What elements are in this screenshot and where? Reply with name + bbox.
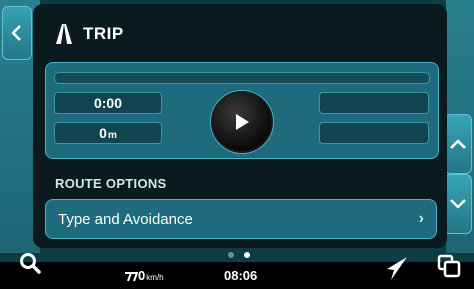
road-icon [56, 24, 72, 44]
page-dot-active [244, 252, 250, 258]
clock: 08:06 [224, 268, 258, 283]
page-dot [228, 252, 234, 258]
trip-distance-field: 0m [54, 122, 162, 144]
play-button[interactable] [211, 91, 273, 153]
chevron-down-icon [450, 199, 466, 209]
type-and-avoidance-row[interactable]: Type and Avoidance › [45, 199, 437, 239]
back-button[interactable] [2, 6, 32, 60]
chevron-left-icon [11, 25, 21, 41]
speed-value: 0 [138, 268, 146, 283]
windows-icon [437, 254, 461, 278]
panel-header: TRIP [53, 18, 124, 50]
search-icon [20, 253, 41, 274]
play-icon [236, 114, 249, 130]
trip-distance-value: 0 [99, 125, 107, 141]
scroll-up-button[interactable] [444, 114, 472, 174]
trip-summary-box: 0:00 0m [45, 62, 439, 159]
navigation-arrow-icon [387, 257, 407, 280]
speed-icon [125, 271, 138, 281]
route-options-heading: ROUTE OPTIONS [55, 176, 167, 191]
view-switch-button[interactable] [436, 253, 462, 284]
search-button[interactable] [18, 251, 42, 280]
trip-time-value: 0:00 [93, 95, 123, 111]
navigate-button[interactable] [383, 254, 411, 287]
chevron-right-icon: › [418, 210, 424, 227]
chevron-up-icon [450, 139, 466, 149]
speed-unit: km/h [146, 272, 164, 282]
trip-time-field: 0:00 [54, 92, 162, 114]
page-title: TRIP [83, 24, 124, 43]
trip-distance-unit: m [107, 129, 117, 141]
scroll-down-button[interactable] [444, 174, 472, 234]
page-indicator [228, 252, 250, 258]
trip-panel: TRIP 0:00 0m ROUTE OPTIONS Type and Avoi… [33, 4, 447, 248]
trip-progress-bar [54, 72, 430, 84]
type-and-avoidance-label: Type and Avoidance [58, 210, 193, 228]
trip-field-right-1 [319, 92, 429, 114]
trip-field-right-2 [319, 122, 429, 144]
speed-readout: 0 km/h [124, 268, 164, 283]
